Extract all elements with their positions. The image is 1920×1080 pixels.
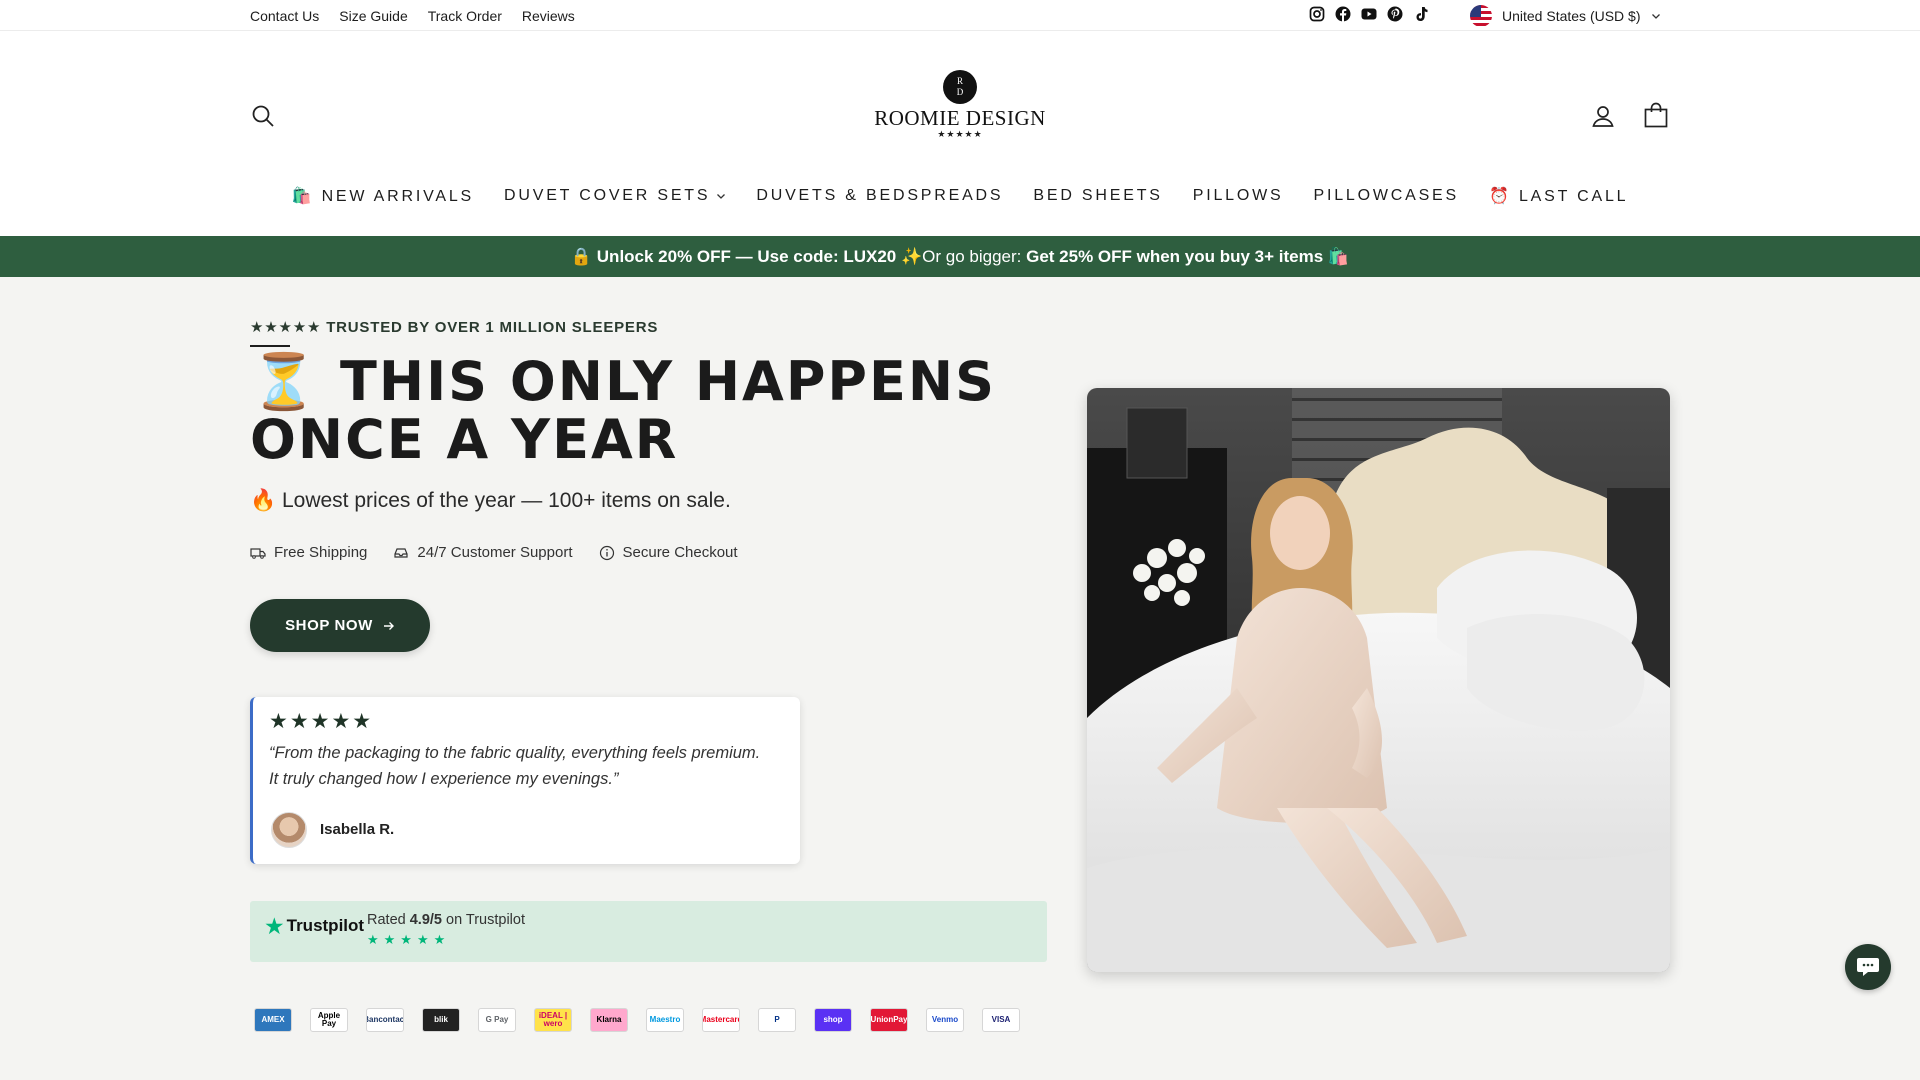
chevron-down-icon (717, 194, 726, 199)
nav-duvets-bedspreads[interactable]: DUVETS & BEDSPREADS (741, 186, 1018, 206)
nav-last-call[interactable]: ⏰ LAST CALL (1474, 186, 1643, 206)
payment-badge: Venmo (926, 1008, 964, 1032)
logo-initial-top: R (956, 76, 963, 86)
trusted-underline (250, 345, 290, 347)
youtube-icon[interactable] (1361, 6, 1377, 22)
rated-prefix: Rated (367, 912, 410, 928)
track-order-link[interactable]: Track Order (428, 8, 502, 24)
avatar (271, 812, 307, 848)
currency-label: United States (USD $) (1502, 8, 1641, 24)
feature-free-shipping: Free Shipping (250, 544, 367, 561)
bedroom-photo (1087, 388, 1670, 972)
feature-secure-checkout: Secure Checkout (599, 544, 738, 561)
pinterest-icon[interactable] (1387, 6, 1403, 22)
feature-label: Secure Checkout (622, 544, 738, 561)
payment-badge: Mastercard (702, 1008, 740, 1032)
social-links (1309, 6, 1429, 22)
payment-badge: Apple Pay (310, 1008, 348, 1032)
trustpilot-star-icon: ★ (264, 913, 285, 939)
trustpilot-box[interactable]: ★ Trustpilot Rated 4.9/5 on Trustpilot ★… (250, 901, 1047, 962)
logo-badge: R D (943, 70, 977, 104)
feature-list: Free Shipping 24/7 Customer Support Secu… (250, 544, 738, 561)
tiktok-icon[interactable] (1413, 6, 1429, 22)
chat-button[interactable] (1845, 944, 1891, 990)
promo-banner: 🔒 Unlock 20% OFF — Use code: LUX20 ✨Or g… (0, 236, 1920, 277)
site-logo[interactable]: R D ROOMIE DESIGN ★★★★★ (860, 70, 1060, 140)
hero-subline: 🔥 Lowest prices of the year — 100+ items… (250, 489, 731, 512)
trustpilot-rating-text: Rated 4.9/5 on Trustpilot (367, 912, 525, 928)
promo-code-text: 🔒 Unlock 20% OFF — Use code: LUX20 ✨ (570, 247, 923, 266)
contact-us-link[interactable]: Contact Us (250, 8, 319, 24)
payment-badge: iDEAL | wero (534, 1008, 572, 1032)
chat-icon (1857, 958, 1879, 976)
logo-initial-bottom: D (956, 87, 964, 97)
logo-name: ROOMIE DESIGN (874, 106, 1046, 130)
hero-section: ★★★★★ TRUSTED BY OVER 1 MILLION SLEEPERS… (0, 277, 1920, 1080)
payment-badge: AMEX (254, 1008, 292, 1032)
info-circle-icon (599, 545, 614, 560)
feature-support: 24/7 Customer Support (393, 544, 573, 561)
utility-links: Contact Us Size Guide Track Order Review… (250, 8, 575, 24)
trustpilot-logo: ★ Trustpilot (264, 913, 365, 939)
nav-new-arrivals[interactable]: 🛍️ NEW ARRIVALS (277, 186, 489, 206)
hero-image (1087, 388, 1670, 972)
feature-label: Free Shipping (274, 544, 368, 561)
reviews-link[interactable]: Reviews (522, 8, 575, 24)
chevron-down-icon (1651, 14, 1660, 19)
nav-duvet-cover-sets[interactable]: DUVET COVER SETS (489, 186, 741, 206)
utility-bar: Contact Us Size Guide Track Order Review… (0, 0, 1920, 31)
review-quote: “From the packaging to the fabric qualit… (269, 744, 761, 788)
truck-icon (250, 547, 266, 559)
payment-badge: blik (422, 1008, 460, 1032)
support-icon (394, 547, 409, 558)
payment-badge: Maestro (646, 1008, 684, 1032)
currency-selector[interactable]: United States (USD $) (1470, 5, 1661, 27)
account-icon[interactable] (1591, 104, 1615, 128)
payment-methods: AMEX Apple Pay Bancontact blik G Pay iDEAL | … (254, 1008, 1020, 1032)
payment-badge: Klarna (590, 1008, 628, 1032)
rated-suffix: on Trustpilot (441, 912, 525, 928)
review-card: ★★★★★ “From the packaging to the fabric … (250, 697, 800, 864)
payment-badge: shop (814, 1008, 852, 1032)
instagram-icon[interactable] (1309, 6, 1325, 22)
search-icon[interactable] (251, 104, 275, 128)
nav-bed-sheets[interactable]: BED SHEETS (1018, 186, 1177, 206)
payment-badge: VISA (982, 1008, 1020, 1032)
nav-pillowcases[interactable]: PILLOWCASES (1298, 186, 1474, 206)
arrow-right-icon (383, 621, 394, 630)
payment-badge: P (758, 1008, 796, 1032)
nav-pillows[interactable]: PILLOWS (1178, 186, 1299, 206)
feature-label: 24/7 Customer Support (417, 544, 573, 561)
trustpilot-stars: ★★★★★ (367, 932, 451, 947)
shop-now-label: SHOP NOW (285, 617, 373, 634)
nav-duvet-cover-sets-label: DUVET COVER SETS (504, 187, 711, 204)
shop-now-button[interactable]: SHOP NOW (250, 599, 430, 652)
trusted-badge: ★★★★★ TRUSTED BY OVER 1 MILLION SLEEPERS (250, 319, 659, 336)
promo-bundle-text: Get 25% OFF when you buy 3+ items 🛍️ (1026, 247, 1350, 266)
hero-headline: ⏳ THIS ONLY HAPPENS ONCE A YEAR (250, 350, 996, 471)
size-guide-link[interactable]: Size Guide (339, 8, 407, 24)
rating-value: 4.9/5 (409, 912, 442, 928)
cart-icon[interactable] (1644, 102, 1668, 128)
promo-or-text: Or go bigger: (922, 247, 1027, 266)
us-flag-icon (1470, 5, 1492, 27)
review-stars: ★★★★★ (269, 710, 374, 733)
payment-badge: G Pay (478, 1008, 516, 1032)
payment-badge: Bancontact (366, 1008, 404, 1032)
payment-badge: UnionPay (870, 1008, 908, 1032)
reviewer-name: Isabella R. (320, 821, 395, 838)
main-nav: 🛍️ NEW ARRIVALS DUVET COVER SETS DUVETS … (0, 186, 1920, 206)
facebook-icon[interactable] (1335, 6, 1351, 22)
trustpilot-brand: Trustpilot (286, 916, 365, 935)
